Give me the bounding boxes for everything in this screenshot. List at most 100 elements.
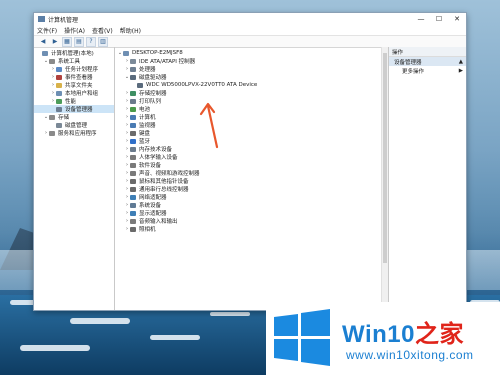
device-item[interactable]: › 软件设备	[115, 161, 388, 169]
device-icon	[130, 194, 136, 200]
device-item[interactable]: › 监视器	[115, 121, 388, 129]
actions-header: 操作	[389, 47, 466, 57]
nav-label: 共享文件夹	[65, 83, 93, 89]
device-item[interactable]: › 网络适配器	[115, 193, 388, 201]
device-item[interactable]: ⌄ DESKTOP-E2MJSF8	[115, 49, 388, 57]
menu-bar: 文件(F) 操作(A) 查看(V) 帮助(H)	[34, 25, 466, 36]
device-icon	[130, 114, 136, 120]
device-item[interactable]: › IDE ATA/ATAPI 控制器	[115, 57, 388, 65]
nav-item[interactable]: › 事件查看器	[34, 73, 114, 81]
device-item[interactable]: › 电池	[115, 105, 388, 113]
maximize-button[interactable]: ☐	[430, 14, 448, 25]
vertical-scrollbar[interactable]	[381, 47, 388, 310]
windows-logo-icon	[274, 309, 330, 366]
device-icon	[130, 210, 136, 216]
device-item[interactable]: › 人体学输入设备	[115, 153, 388, 161]
back-icon[interactable]: ◀	[38, 37, 48, 47]
device-item[interactable]: WDC WD5000LPVX-22V0TT0 ATA Device	[115, 81, 388, 89]
device-label: 计算机	[139, 115, 156, 121]
annotation-arrow-icon	[199, 102, 219, 149]
help-icon[interactable]: ?	[86, 36, 96, 47]
device-label: 键盘	[139, 131, 151, 137]
menu-help[interactable]: 帮助(H)	[120, 26, 141, 35]
device-item[interactable]: › 打印队列	[115, 97, 388, 105]
nav-item[interactable]: 磁盘管理	[34, 121, 114, 129]
device-label: 监视器	[139, 123, 156, 129]
device-item[interactable]: › 鼠标和其他指针设备	[115, 177, 388, 185]
device-label: 照相机	[139, 227, 156, 233]
device-label: 音频输入和输出	[139, 219, 178, 225]
logo-brand-text: Win10	[342, 321, 415, 348]
actions-section-device-manager[interactable]: 设备管理器 ▲	[389, 57, 466, 66]
scrollbar-thumb[interactable]	[383, 53, 387, 263]
ice-floe	[210, 312, 250, 316]
menu-action[interactable]: 操作(A)	[64, 26, 85, 35]
device-item[interactable]: › 音频输入和输出	[115, 217, 388, 225]
minimize-button[interactable]: —	[412, 14, 430, 25]
nav-item[interactable]: › 共享文件夹	[34, 81, 114, 89]
nav-item[interactable]: 计算机管理(本地)	[34, 49, 114, 57]
collapse-up-icon[interactable]: ▲	[459, 59, 463, 65]
action-pane-icon[interactable]: ▥	[98, 36, 108, 47]
nav-label: 存储	[58, 115, 70, 121]
nav-item[interactable]: › 服务和应用程序	[34, 129, 114, 137]
device-label: 软件设备	[139, 163, 162, 169]
nav-item[interactable]: › 性能	[34, 97, 114, 105]
device-icon	[130, 218, 136, 224]
nav-item[interactable]: ⌄ 系统工具	[34, 57, 114, 65]
device-label: WDC WD5000LPVX-22V0TT0 ATA Device	[146, 82, 258, 88]
device-item[interactable]: › 蓝牙	[115, 137, 388, 145]
device-icon	[130, 178, 136, 184]
ice-floe	[20, 345, 90, 351]
device-icon	[130, 98, 136, 104]
menu-file[interactable]: 文件(F)	[37, 26, 57, 35]
device-item[interactable]: › 处理器	[115, 65, 388, 73]
device-item[interactable]: › 计算机	[115, 113, 388, 121]
device-item[interactable]: › 存储控制器	[115, 89, 388, 97]
logo-brand: Win10之家	[342, 314, 464, 349]
device-label: 人体学输入设备	[139, 155, 178, 161]
properties-icon[interactable]: ▤	[74, 36, 84, 47]
nav-label: 本地用户和组	[65, 91, 99, 97]
device-icon	[42, 50, 48, 56]
device-icon	[56, 122, 62, 128]
device-label: 内存技术设备	[139, 147, 173, 153]
ice-floe	[70, 318, 130, 324]
device-item[interactable]: › 声音、视频和游戏控制器	[115, 169, 388, 177]
nav-item[interactable]: 设备管理器	[34, 105, 114, 113]
nav-label: 磁盘管理	[65, 123, 88, 129]
device-icon	[130, 170, 136, 176]
nav-item[interactable]: › 任务计划程序	[34, 65, 114, 73]
device-label: 声音、视频和游戏控制器	[139, 171, 200, 177]
device-item[interactable]: › 系统设备	[115, 201, 388, 209]
close-button[interactable]: ✕	[448, 14, 466, 25]
device-icon	[56, 74, 62, 80]
title-bar[interactable]: 计算机管理 — ☐ ✕	[34, 13, 466, 25]
device-item[interactable]: › 键盘	[115, 129, 388, 137]
device-item[interactable]: › 显示适配器	[115, 209, 388, 217]
device-item[interactable]: › 内存技术设备	[115, 145, 388, 153]
more-actions-item[interactable]: 更多操作 ▶	[389, 66, 466, 75]
device-icon	[56, 66, 62, 72]
more-actions-label: 更多操作	[402, 68, 425, 75]
nav-item[interactable]: ⌄ 存储	[34, 113, 114, 121]
device-item[interactable]: › 照相机	[115, 225, 388, 233]
menu-view[interactable]: 查看(V)	[92, 26, 113, 35]
computer-management-icon	[38, 16, 45, 22]
nav-item[interactable]: › 本地用户和组	[34, 89, 114, 97]
win10-logo-watermark: Win10之家 www.win10xitong.com	[266, 302, 500, 375]
device-icon	[130, 146, 136, 152]
nav-label: 事件查看器	[65, 75, 93, 81]
navigation-tree: 计算机管理(本地) ⌄ 系统工具 › 任务计划程序 › 事件查看器 › 共享文件夹 › 本地用户和组…	[34, 47, 115, 310]
device-icon	[130, 74, 136, 80]
device-icon	[49, 114, 55, 120]
device-item[interactable]: ⌄ 磁盘驱动器	[115, 73, 388, 81]
device-item[interactable]: › 通用串行总线控制器	[115, 185, 388, 193]
window-title: 计算机管理	[48, 16, 79, 24]
forward-icon[interactable]: ▶	[50, 37, 60, 47]
device-icon	[56, 106, 62, 112]
device-icon	[137, 82, 143, 88]
device-icon	[130, 106, 136, 112]
device-label: 显示适配器	[139, 211, 167, 217]
console-tree-icon[interactable]: ▦	[62, 36, 72, 47]
